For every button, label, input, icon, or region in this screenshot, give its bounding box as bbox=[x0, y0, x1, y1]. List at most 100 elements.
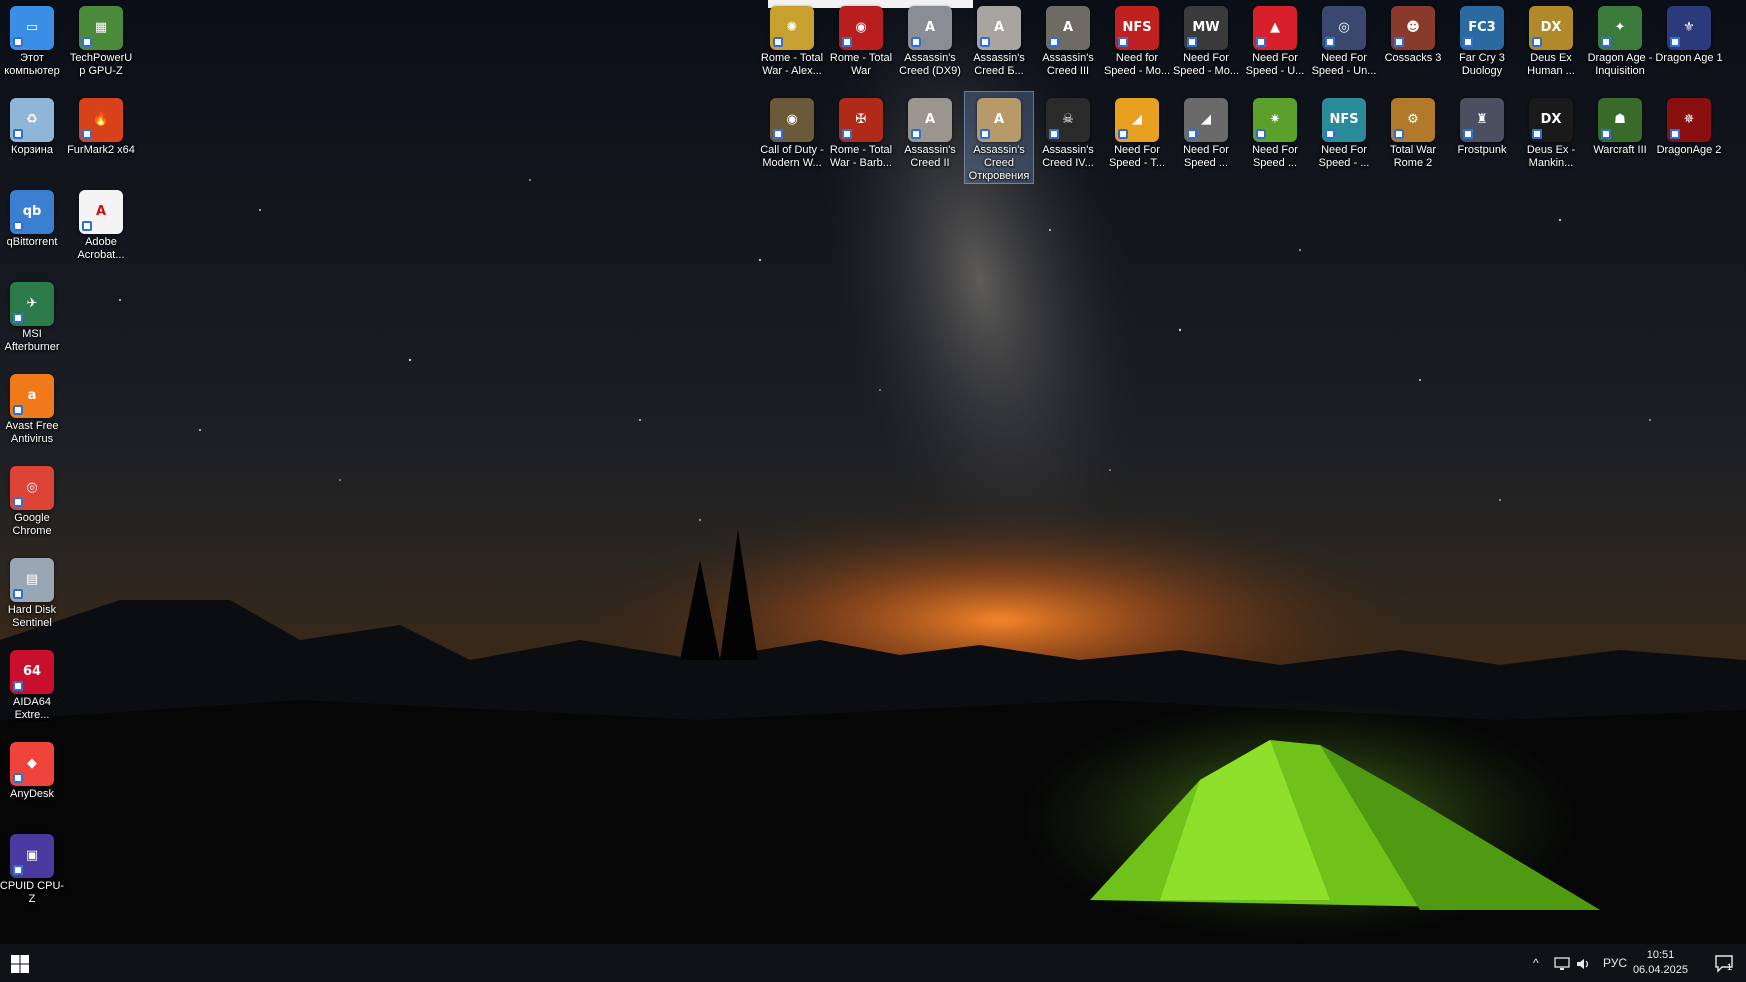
dragon-age-1-icon: ⚜ bbox=[1667, 6, 1711, 50]
assassins-creed-4-icon: ☠ bbox=[1046, 98, 1090, 142]
shortcut-label: Deus Ex Human ... bbox=[1527, 52, 1575, 77]
desktop-shortcut[interactable]: a Avast Free Antivirus bbox=[0, 368, 66, 446]
cod-modern-warfare-icon: ◉ bbox=[770, 98, 814, 142]
start-button[interactable] bbox=[0, 944, 40, 982]
desktop-shortcut[interactable]: NFS Need for Speed - Mo... bbox=[1103, 0, 1171, 78]
shortcut-label: DragonAge 2 bbox=[1656, 144, 1722, 156]
desktop-shortcut[interactable]: ☗ Warcraft III bbox=[1586, 92, 1654, 157]
desktop-shortcut[interactable]: ✺ Rome - Total War - Alex... bbox=[758, 0, 826, 78]
desktop-shortcut[interactable]: ▭ Этот компьютер bbox=[0, 0, 66, 78]
desktop-shortcut[interactable]: A Assassin's Creed III bbox=[1034, 0, 1102, 78]
clock-date: 06.04.2025 bbox=[1632, 964, 1688, 976]
nfs-shift-2-icon: ◢ bbox=[1184, 98, 1228, 142]
desktop-shortcut[interactable]: ◢ Need For Speed ... bbox=[1172, 92, 1240, 170]
nfs-underground-icon: ▲ bbox=[1253, 6, 1297, 50]
desktop-shortcut[interactable]: ♻ Корзина bbox=[0, 92, 66, 157]
desktop-shortcut[interactable]: ✠ Rome - Total War - Barb... bbox=[827, 92, 895, 170]
desktop-shortcut[interactable]: ✷ Need For Speed ... bbox=[1241, 92, 1309, 170]
show-hidden-icons-button[interactable]: ^ bbox=[1533, 944, 1539, 982]
dragon-age-2-icon: ✵ bbox=[1667, 98, 1711, 142]
taskbar: ^ РУС 10:51 06.04.2025 1 bbox=[0, 944, 1746, 982]
chrome-icon: ◎ bbox=[10, 466, 54, 510]
shortcut-label: Avast Free Antivirus bbox=[5, 420, 59, 445]
desktop-shortcut[interactable]: ⚜ Dragon Age 1 bbox=[1655, 0, 1723, 65]
shortcut-label: Assassin's Creed Откровения bbox=[968, 144, 1030, 182]
desktop-shortcut[interactable]: ◢ Need For Speed - T... bbox=[1103, 92, 1171, 170]
shortcut-label: Корзина bbox=[11, 144, 53, 156]
desktop-shortcut[interactable]: ◆ AnyDesk bbox=[0, 736, 66, 801]
afterburner-icon: ✈ bbox=[10, 282, 54, 326]
desktop-shortcut[interactable]: ✦ Dragon Age - Inquisition bbox=[1586, 0, 1654, 78]
desktop-shortcut[interactable]: ✈ MSI Afterburner bbox=[0, 276, 66, 354]
desktop-shortcut[interactable]: ▦ TechPowerUp GPU-Z bbox=[67, 0, 135, 78]
network-icon bbox=[1554, 957, 1570, 970]
desktop-shortcut[interactable]: A Assassin's Creed (DX9) bbox=[896, 0, 964, 78]
shortcut-label: Warcraft III bbox=[1593, 144, 1647, 156]
clock[interactable]: 10:51 06.04.2025 bbox=[1633, 948, 1688, 978]
nfs-underground-2-icon: ◎ bbox=[1322, 6, 1366, 50]
shortcut-label: Rome - Total War - Alex... bbox=[760, 52, 824, 77]
rome-barbarian-icon: ✠ bbox=[839, 98, 883, 142]
shortcut-label: Dragon Age - Inquisition bbox=[1587, 52, 1653, 77]
shortcut-label: Dragon Age 1 bbox=[1655, 52, 1723, 64]
desktop-shortcut[interactable]: NFS Need For Speed - ... bbox=[1310, 92, 1378, 170]
shortcut-label: Need For Speed - T... bbox=[1108, 144, 1166, 169]
desktop-shortcut[interactable]: ☻ Cossacks 3 bbox=[1379, 0, 1447, 65]
assassins-creed-revelations-icon: A bbox=[977, 98, 1021, 142]
frostpunk-icon: ♜ bbox=[1460, 98, 1504, 142]
network-button[interactable] bbox=[1554, 944, 1570, 982]
desktop-shortcut[interactable]: ▤ Hard Disk Sentinel bbox=[0, 552, 66, 630]
desktop-shortcut[interactable]: ⚙ Total War Rome 2 bbox=[1379, 92, 1447, 170]
desktop-shortcut[interactable]: MW Need For Speed - Mo... bbox=[1172, 0, 1240, 78]
shortcut-label: TechPowerUp GPU-Z bbox=[69, 52, 133, 77]
recycle-bin-icon: ♻ bbox=[10, 98, 54, 142]
shortcut-label: Rome - Total War bbox=[829, 52, 893, 77]
far-cry-3-icon: FC3 bbox=[1460, 6, 1504, 50]
shortcut-label: Need for Speed - Mo... bbox=[1103, 52, 1171, 77]
assassins-creed-3-icon: A bbox=[1046, 6, 1090, 50]
desktop-shortcut[interactable]: ◎ Google Chrome bbox=[0, 460, 66, 538]
desktop-shortcut[interactable]: DX Deus Ex Human ... bbox=[1517, 0, 1585, 78]
cpuz-icon: ▣ bbox=[10, 834, 54, 878]
shortcut-label: Assassin's Creed IV... bbox=[1042, 144, 1094, 169]
desktop-shortcut[interactable]: ✵ DragonAge 2 bbox=[1655, 92, 1723, 157]
desktop-shortcut[interactable]: ◎ Need For Speed - Un... bbox=[1310, 0, 1378, 78]
shortcut-label: CPUID CPU-Z bbox=[0, 880, 65, 905]
deus-ex-md-icon: DX bbox=[1529, 98, 1573, 142]
desktop-shortcut[interactable]: A Assassin's Creed II bbox=[896, 92, 964, 170]
windows-logo-icon bbox=[11, 955, 29, 973]
assassins-creed-brotherhood-icon: A bbox=[977, 6, 1021, 50]
shortcut-label: Adobe Acrobat... bbox=[77, 236, 125, 261]
nfs-most-wanted-1-icon: NFS bbox=[1115, 6, 1159, 50]
desktop-shortcut[interactable]: DX Deus Ex - Mankin... bbox=[1517, 92, 1585, 170]
language-indicator[interactable]: РУС bbox=[1603, 944, 1627, 982]
total-war-rome-2-icon: ⚙ bbox=[1391, 98, 1435, 142]
desktop-shortcut[interactable]: FC3 Far Cry 3 Duology bbox=[1448, 0, 1516, 78]
dragon-age-inquisition-icon: ✦ bbox=[1598, 6, 1642, 50]
nfs-shift-icon: ◢ bbox=[1115, 98, 1159, 142]
desktop-shortcut[interactable]: ♜ Frostpunk bbox=[1448, 92, 1516, 157]
volume-button[interactable] bbox=[1576, 944, 1592, 982]
desktop-shortcut[interactable]: 64 AIDA64 Extre... bbox=[0, 644, 66, 722]
nfs-most-wanted-2-icon: MW bbox=[1184, 6, 1228, 50]
shortcut-label: AIDA64 Extre... bbox=[13, 696, 51, 721]
desktop-shortcut[interactable]: ☠ Assassin's Creed IV... bbox=[1034, 92, 1102, 170]
desktop-shortcut[interactable]: A Adobe Acrobat... bbox=[67, 184, 135, 262]
desktop-shortcut[interactable]: A Assassin's Creed Б... bbox=[965, 0, 1033, 78]
desktop-shortcut[interactable]: ▣ CPUID CPU-Z bbox=[0, 828, 66, 906]
shortcut-label: Google Chrome bbox=[12, 512, 52, 537]
desktop-shortcut[interactable]: 🔥 FurMark2 x64 bbox=[67, 92, 135, 157]
desktop-shortcut[interactable]: ◉ Call of Duty - Modern W... bbox=[758, 92, 826, 170]
desktop-shortcut[interactable]: ◉ Rome - Total War bbox=[827, 0, 895, 78]
furmark-icon: 🔥 bbox=[79, 98, 123, 142]
action-center-button[interactable]: 1 bbox=[1714, 953, 1734, 978]
deus-ex-hr-icon: DX bbox=[1529, 6, 1573, 50]
shortcut-label: Need For Speed - ... bbox=[1318, 144, 1370, 169]
desktop-shortcut[interactable]: ▲ Need For Speed - U... bbox=[1241, 0, 1309, 78]
shortcut-label: Assassin's Creed Б... bbox=[973, 52, 1025, 77]
shortcut-label: Need For Speed - U... bbox=[1245, 52, 1305, 77]
hdsentinel-icon: ▤ bbox=[10, 558, 54, 602]
desktop-shortcut[interactable]: qb qBittorrent bbox=[0, 184, 66, 249]
shortcut-label: Total War Rome 2 bbox=[1389, 144, 1437, 169]
desktop-shortcut[interactable]: A Assassin's Creed Откровения bbox=[964, 91, 1034, 184]
